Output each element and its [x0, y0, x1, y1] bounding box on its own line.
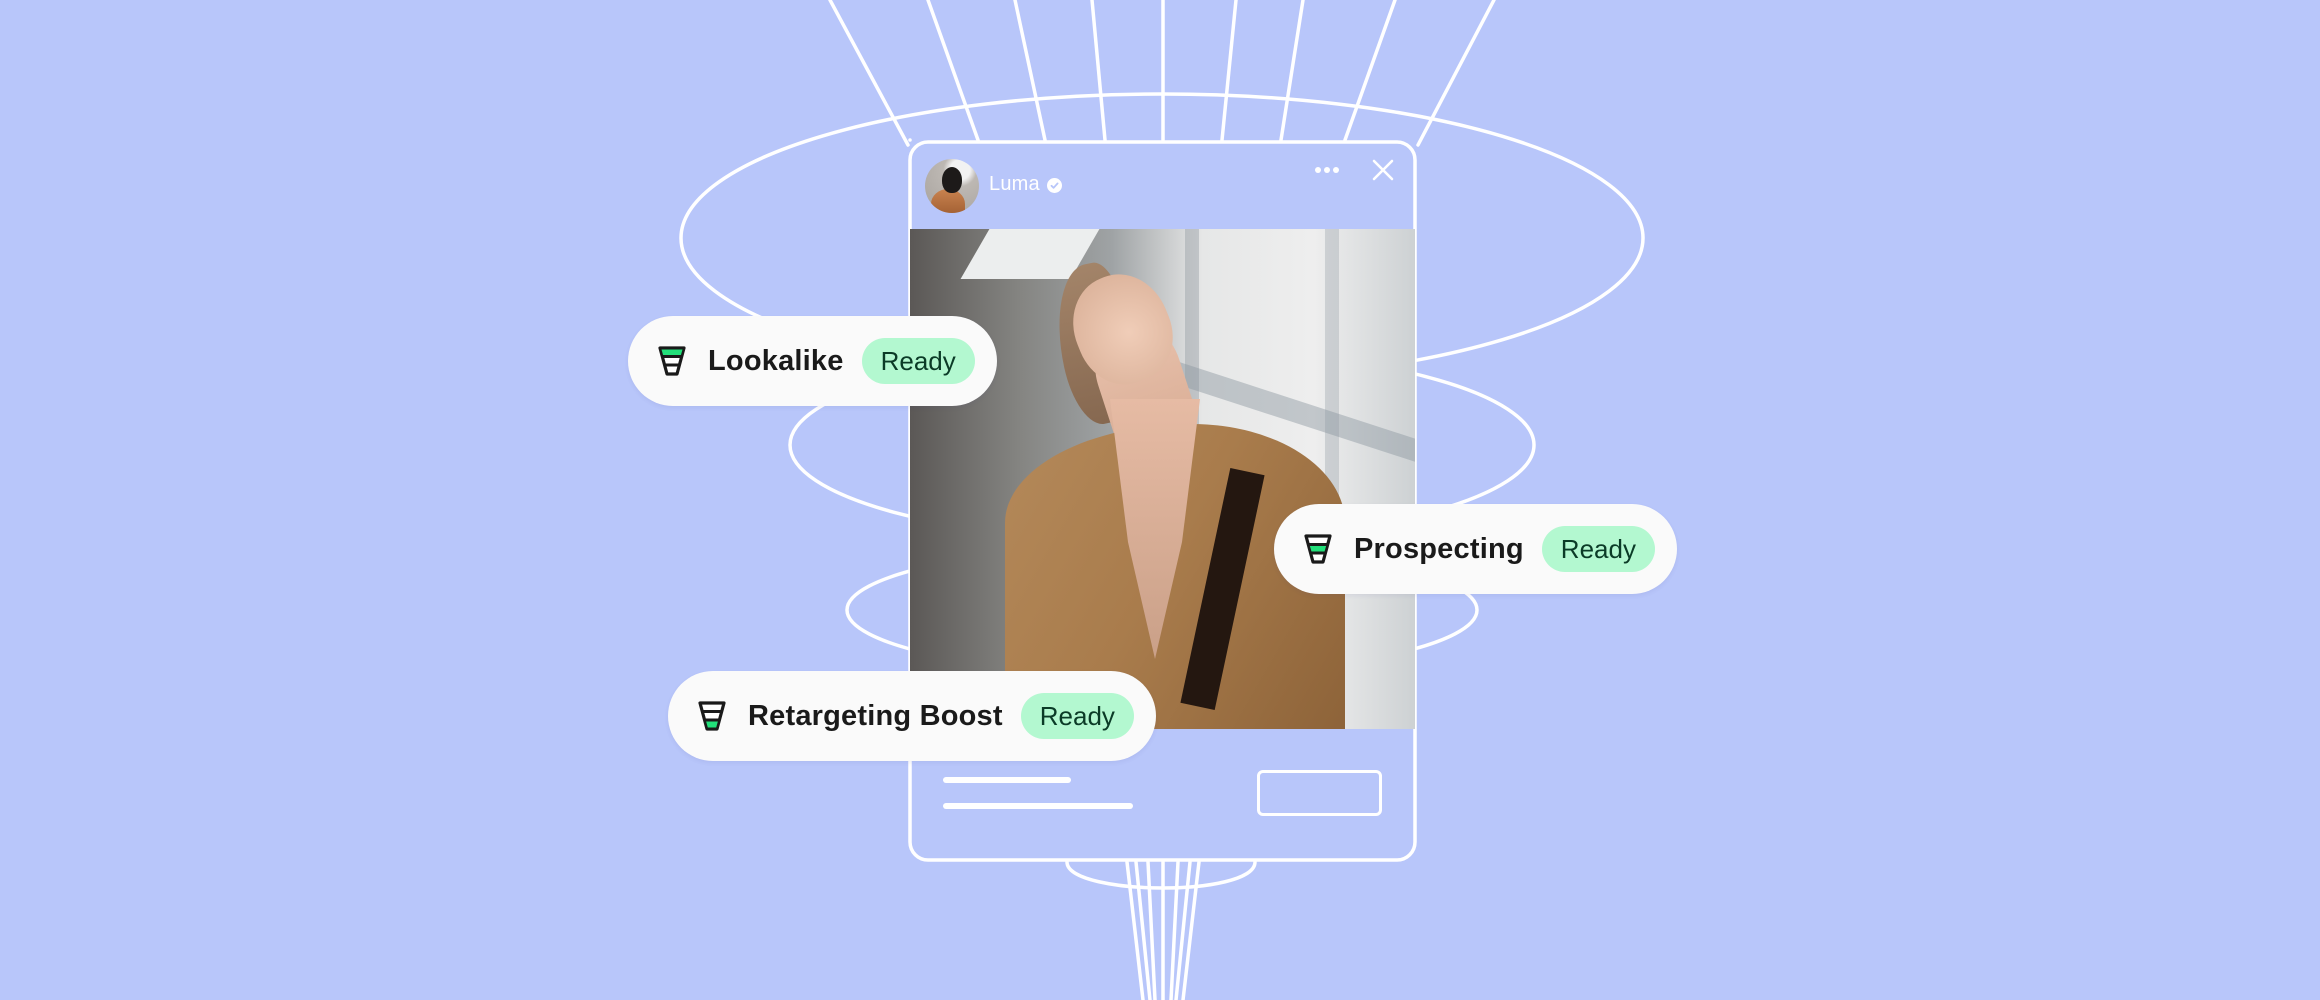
- caption-placeholder-line: [943, 803, 1133, 809]
- fan-line: [1220, 0, 1238, 142]
- audience-label: Lookalike: [708, 344, 844, 377]
- audience-chip-prospecting[interactable]: Prospecting Ready: [1274, 504, 1677, 594]
- dot: [1315, 167, 1321, 173]
- funnel-top-icon: [658, 346, 686, 376]
- fan-line: [1013, 0, 1047, 142]
- more-options-icon[interactable]: [1315, 165, 1343, 175]
- funnel-middle-icon: [1304, 534, 1332, 564]
- funnel-bottom-icon: [698, 701, 726, 731]
- status-badge: Ready: [861, 338, 975, 384]
- audience-chip-retargeting-boost[interactable]: Retargeting Boost Ready: [668, 671, 1156, 761]
- audience-chip-lookalike[interactable]: Lookalike Ready: [628, 316, 997, 406]
- brand-name[interactable]: Luma: [989, 173, 1040, 196]
- post-card-header: Luma: [910, 143, 1415, 229]
- fan-line: [1343, 0, 1397, 142]
- close-icon[interactable]: [1372, 159, 1394, 181]
- caption-placeholder-line: [943, 777, 1071, 783]
- audience-label: Retargeting Boost: [748, 699, 1003, 732]
- fan-line: [926, 0, 980, 142]
- dot: [1324, 167, 1330, 173]
- status-badge: Ready: [1541, 526, 1655, 572]
- stand-line: [1125, 860, 1145, 1000]
- post-media-photo[interactable]: [910, 229, 1415, 729]
- brand-avatar[interactable]: [925, 159, 979, 213]
- stand-base: [1065, 860, 1257, 890]
- fan-line: [1090, 0, 1107, 142]
- fan-line: [1279, 0, 1305, 142]
- avatar-head: [942, 167, 962, 193]
- cta-button-outline[interactable]: [1257, 770, 1382, 816]
- dot: [1333, 167, 1339, 173]
- stand-line: [1181, 860, 1201, 1000]
- status-badge: Ready: [1020, 693, 1134, 739]
- audience-label: Prospecting: [1354, 532, 1524, 565]
- verified-badge-icon: [1047, 178, 1062, 193]
